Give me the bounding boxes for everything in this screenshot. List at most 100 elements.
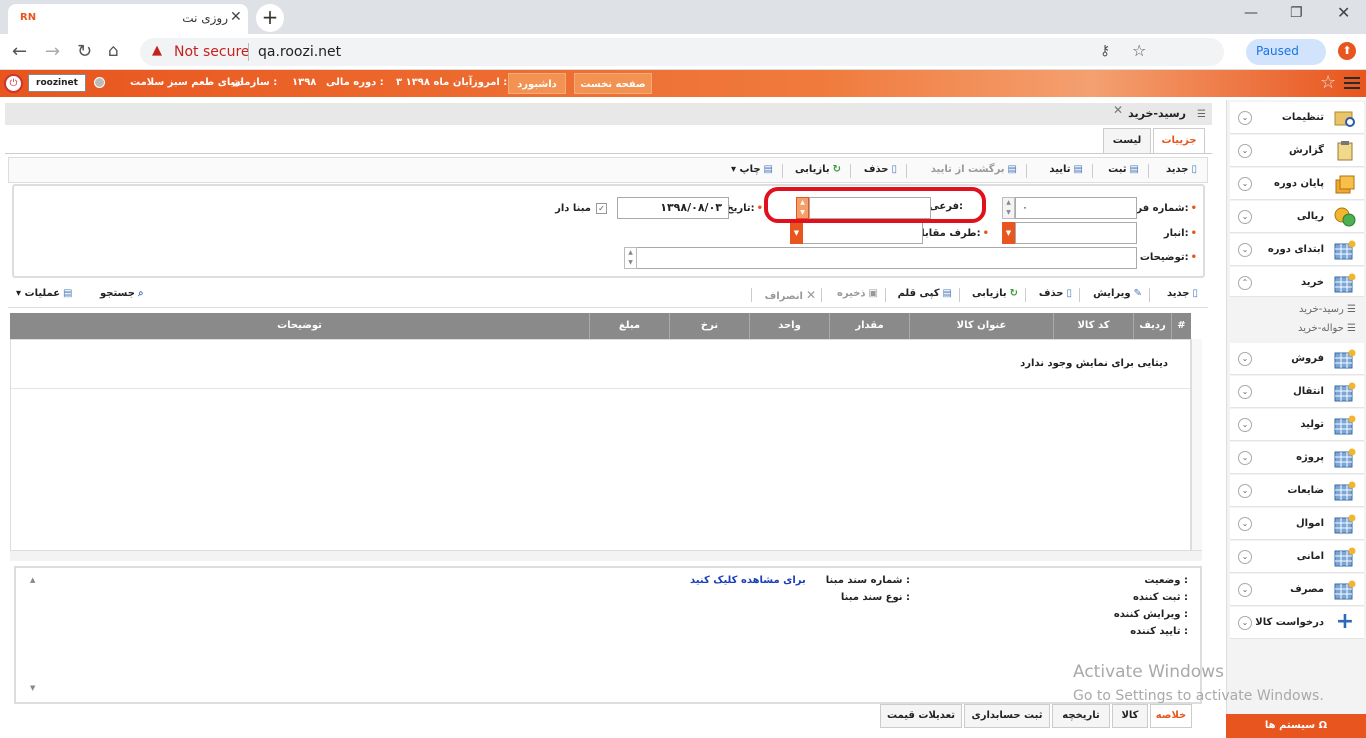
new-button[interactable]: جدید ▯ <box>1166 164 1197 175</box>
warehouse-dropdown-icon[interactable]: ▼ <box>1002 222 1015 244</box>
col-qty[interactable]: مقدار <box>829 313 909 339</box>
item-copy-button[interactable]: کپی قلم ▤ <box>898 288 952 299</box>
delete-button[interactable]: حذف ▯ <box>864 164 897 175</box>
systems-button[interactable]: سیستم ها Ω <box>1226 714 1366 738</box>
approve-button[interactable]: تایید ▤ <box>1049 164 1083 175</box>
description-input[interactable] <box>625 247 1137 269</box>
sidebar-item-period-start[interactable]: ⌄ ابتدای دوره <box>1230 234 1364 266</box>
save-button[interactable]: ثبت ▤ <box>1108 164 1139 175</box>
operations-button[interactable]: ▾ عملیات ▤ <box>16 288 72 299</box>
sidebar-item-rial[interactable]: ⌄ ریالی <box>1230 201 1364 233</box>
col-code[interactable]: کد کالا <box>1053 313 1133 339</box>
favorite-star-icon[interactable]: ☆ <box>1320 72 1336 93</box>
item-new-button[interactable]: جدید ▯ <box>1167 288 1198 299</box>
col-row[interactable]: ردیف <box>1133 313 1171 339</box>
sidebar-item-report[interactable]: ⌄ گزارش <box>1230 135 1364 167</box>
col-hash[interactable]: # <box>1171 313 1191 339</box>
item-refresh-button[interactable]: بازیابی ↻ <box>972 288 1018 299</box>
dashboard-button[interactable]: داشبورد <box>508 73 566 94</box>
approver-label: تایید کننده : <box>1130 626 1188 637</box>
item-cancel-button[interactable]: انصراف ✕ <box>765 288 816 302</box>
form-no-input[interactable]: ۰ <box>1015 197 1137 219</box>
profile-paused-button[interactable]: Paused <box>1246 39 1326 65</box>
print-icon: ▤ <box>763 164 773 175</box>
view-link[interactable]: برای مشاهده کلیک کنید <box>690 575 806 586</box>
status-label: وضعیت : <box>1144 575 1188 586</box>
tab-price-adjust[interactable]: تعدیلات قیمت <box>880 704 962 728</box>
sidebar-item-consumption[interactable]: ⌄ مصرف <box>1230 574 1364 606</box>
key-icon[interactable]: ⚷ <box>1100 43 1110 59</box>
reload-icon[interactable]: ↻ <box>77 41 92 62</box>
summary-scroll-down-icon[interactable]: ▼ <box>30 684 35 692</box>
sidebar-item-project[interactable]: ⌄ پروژه <box>1230 442 1364 474</box>
url-input[interactable]: ▲ Not secure qa.roozi.net ⚷ ☆ <box>140 38 1224 66</box>
bookmark-star-icon[interactable]: ☆ <box>1132 41 1146 60</box>
power-icon[interactable]: ⏻ <box>4 74 23 93</box>
extension-icon[interactable]: ⬆ <box>1338 42 1356 60</box>
sidebar-item-settings[interactable]: ⌄ تنظیمات <box>1230 102 1364 134</box>
mabna-checkbox[interactable]: ✓ <box>596 203 607 214</box>
refresh-button[interactable]: بازیابی ↻ <box>795 164 841 175</box>
close-window-icon[interactable]: ✕ <box>1337 3 1350 22</box>
sidebar-subitem-remittance[interactable]: حواله-خرید ☰ <box>1298 323 1356 334</box>
forward-icon[interactable]: → <box>45 41 60 62</box>
sidebar-item-waste[interactable]: ⌄ ضایعات <box>1230 475 1364 507</box>
print-button[interactable]: ▾ چاپ ▤ <box>731 164 773 175</box>
sidebar-subitem-receipt[interactable]: رسید-خرید ☰ <box>1299 304 1356 315</box>
save-icon: ▤ <box>1129 164 1139 175</box>
date-input[interactable]: ۱۳۹۸/۰۸/۰۳ <box>617 197 729 219</box>
sidebar-item-period-end[interactable]: ⌄ پایان دوره <box>1230 168 1364 200</box>
tab-list[interactable]: لیست <box>1103 128 1151 153</box>
search-button[interactable]: جستجو ⌕ <box>100 288 144 299</box>
unapprove-button[interactable]: برگشت از تایید ▤ <box>931 164 1017 175</box>
sidebar-item-transfer[interactable]: ⌄ انتقال <box>1230 376 1364 408</box>
form-toolbar: جدید ▯ ثبت ▤ تایید ▤ برگشت از تایید ▤ حذف ▯ ب… <box>8 157 1208 183</box>
sidebar-item-trust[interactable]: ⌄ امانی <box>1230 541 1364 573</box>
col-title[interactable]: عنوان کالا <box>909 313 1053 339</box>
sidebar-item-sales[interactable]: ⌄ فروش <box>1230 343 1364 375</box>
col-desc[interactable]: توضیحات <box>10 313 589 339</box>
home-icon[interactable]: ⌂ <box>108 41 119 61</box>
item-edit-button[interactable]: ویرایش ✎ <box>1093 288 1142 299</box>
base-type-label: نوع سند مبنا : <box>840 592 910 603</box>
tab-accounting[interactable]: ثبت حسابداری <box>964 704 1050 728</box>
col-unit[interactable]: واحد <box>749 313 829 339</box>
hamburger-menu-icon[interactable] <box>1344 74 1360 90</box>
tab-title: روزی نت <box>182 11 228 25</box>
items-grid-body: دیتایی برای نمایش وجود ندارد <box>10 339 1191 552</box>
summary-scroll-up-icon[interactable]: ▲ <box>30 576 35 584</box>
close-tab-icon[interactable]: ✕ <box>230 9 242 25</box>
approve-icon: ▤ <box>1073 164 1083 175</box>
empty-message: دیتایی برای نمایش وجود ندارد <box>1020 358 1168 369</box>
browser-tab[interactable]: RN روزی نت ✕ <box>8 4 248 34</box>
delete-icon: ▯ <box>891 164 897 175</box>
restore-icon[interactable]: ❐ <box>1290 5 1303 21</box>
sidebar-item-production[interactable]: ⌄ تولید <box>1230 409 1364 441</box>
item-delete-button[interactable]: حذف ▯ <box>1039 288 1072 299</box>
grid-vertical-scrollbar[interactable] <box>1191 339 1202 552</box>
sidebar-item-purchase[interactable]: ⌃ خرید <box>1230 267 1364 297</box>
item-save-button[interactable]: ذخیره ▣ <box>837 288 878 299</box>
col-amount[interactable]: مبلغ <box>589 313 669 339</box>
edit-icon: ✎ <box>1133 288 1142 299</box>
chevron-down-icon: ⌄ <box>1238 243 1252 257</box>
sidebar-item-assets[interactable]: ⌄ اموال <box>1230 508 1364 540</box>
description-resize[interactable]: ▲ ▼ <box>624 247 637 269</box>
refresh-icon: ↻ <box>832 164 841 175</box>
form-no-spinner[interactable]: ▲ ▼ <box>1002 197 1015 219</box>
table-star-icon <box>1334 273 1356 293</box>
tab-details[interactable]: جزییات <box>1153 128 1205 153</box>
grid-horizontal-scrollbar[interactable] <box>10 550 1202 561</box>
minimize-icon[interactable]: — <box>1244 5 1258 21</box>
home-page-button[interactable]: صفحه نخست <box>574 73 652 94</box>
back-icon[interactable]: ← <box>12 41 27 62</box>
new-tab-button[interactable]: + <box>256 4 284 32</box>
party-dropdown-icon[interactable]: ▼ <box>790 222 803 244</box>
sidebar-item-goods-request[interactable]: ⌄ درخواست کالا + <box>1230 607 1364 639</box>
warehouse-select[interactable] <box>1015 222 1137 244</box>
party-select[interactable] <box>801 222 923 244</box>
close-panel-icon[interactable]: ✕ <box>1113 103 1123 117</box>
col-rate[interactable]: نرخ <box>669 313 749 339</box>
username-box[interactable]: roozinet <box>28 74 86 92</box>
chevron-down-icon: ⌄ <box>1238 144 1252 158</box>
